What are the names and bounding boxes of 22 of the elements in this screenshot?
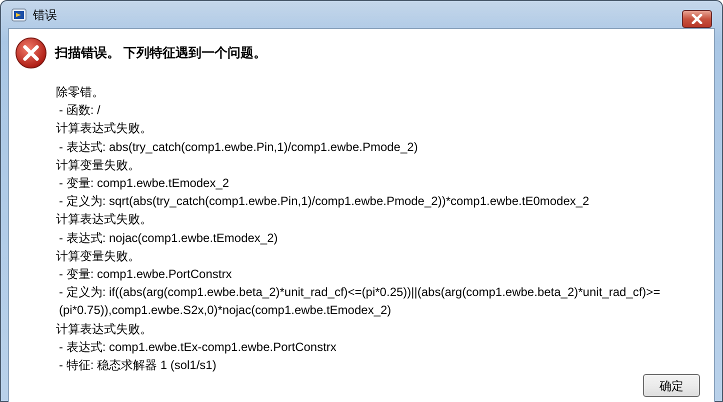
ok-button[interactable]: 确定: [643, 374, 700, 398]
message-line: 除零错。: [56, 84, 105, 101]
detail-line: - 函数: /: [58, 102, 102, 120]
detail-line: - 表达式: comp1.ewbe.tEx-comp1.ewbe.PortConstrx: [58, 338, 338, 356]
detail-line: - 变量: comp1.ewbe.tEmodex_2: [58, 175, 230, 192]
detail-line: - 定义为: sqrt(abs(try_catch(comp1.ewbe.Pin,1)/comp1.ewbe.Pmode_2))*comp1.ewbe.tE0modex_2: [58, 193, 590, 210]
message-line: 计算表达式失败。: [56, 211, 153, 228]
message-line: 计算变量失败。: [56, 156, 141, 174]
detail-line: - 定义为: if((abs(arg(comp1.ewbe.beta_2)*unit_rad_cf)<=(pi*0.25))||(abs(arg(comp1.ewbe.beta_2)*unit_rad_cf)>=(pi*0.75)),comp1.ewbe.S2x,0)*nojac(comp1.ewbe.tEmodex_2): [58, 284, 662, 320]
message-line: 计算表达式失败。: [56, 120, 153, 138]
close-icon: [690, 14, 704, 24]
error-heading: 扫描错误。 下列特征遇到一个问题。: [55, 44, 267, 62]
detail-line: - 特征: 稳态求解器 1 (sol1/s1): [58, 357, 218, 374]
message-line: 计算表达式失败。: [56, 320, 153, 338]
detail-line: - 表达式: nojac(comp1.ewbe.tEmodex_2): [58, 230, 279, 247]
message-line: 计算变量失败。: [56, 248, 141, 265]
detail-line: - 变量: comp1.ewbe.PortConstrx: [58, 266, 233, 284]
error-icon: [15, 37, 47, 69]
close-button[interactable]: [682, 10, 712, 28]
app-icon: [11, 6, 27, 22]
detail-line: - 表达式: abs(try_catch(comp1.ewbe.Pin,1)/comp1.ewbe.Pmode_2): [58, 138, 419, 156]
window-title: 错误: [33, 6, 57, 24]
